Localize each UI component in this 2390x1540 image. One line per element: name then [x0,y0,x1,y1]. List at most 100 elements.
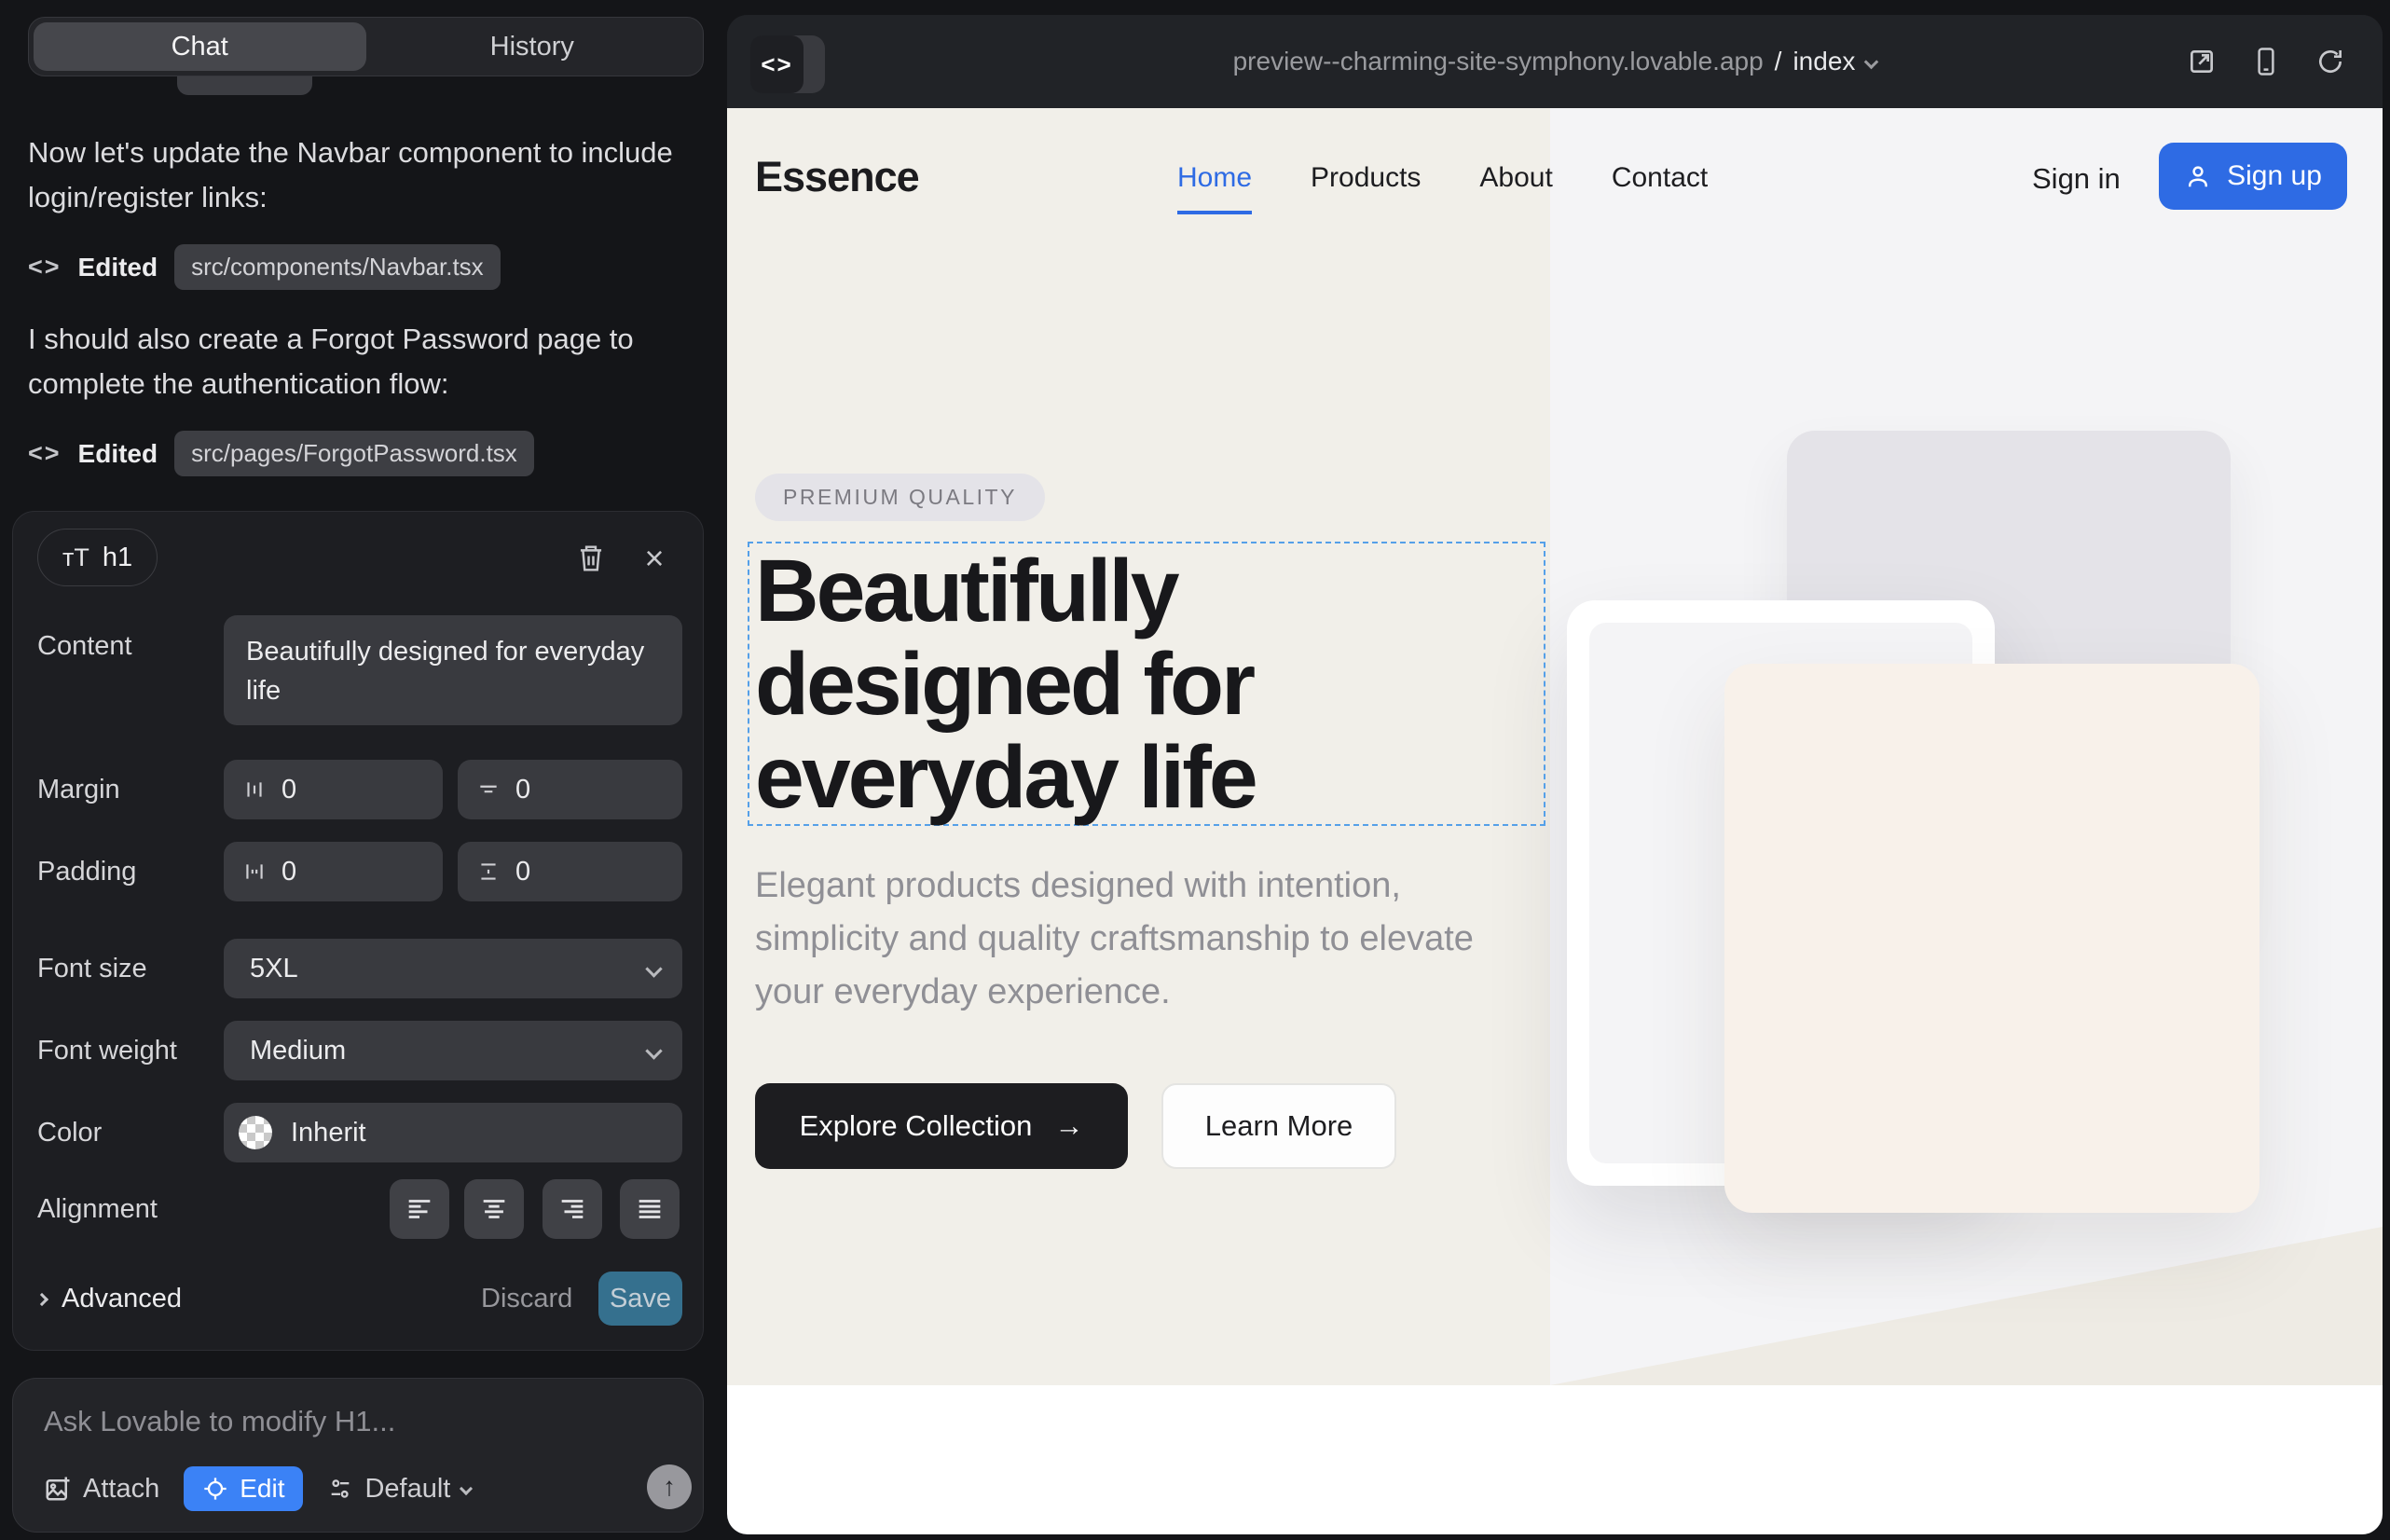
attach-button[interactable]: Attach [44,1474,159,1505]
advanced-label: Advanced [62,1284,182,1314]
explore-collection-label: Explore Collection [800,1109,1033,1143]
align-right-button[interactable] [543,1179,602,1239]
site-nav: Home Products About Contact [1177,162,1708,194]
element-editor-panel: тT h1 × Content Beautifully designed for… [12,511,704,1351]
headline-line: everyday life [755,731,1256,824]
refresh-button[interactable] [2315,47,2345,76]
url-separator: / [1775,47,1782,76]
align-center-icon [478,1193,510,1225]
padding-y-value: 0 [515,857,530,887]
margin-x-value: 0 [282,775,296,805]
close-icon: × [644,539,664,578]
site-logo[interactable]: Essence [755,153,919,201]
content-input[interactable]: Beautifully designed for everyday life [224,615,682,725]
composer-input[interactable]: Ask Lovable to modify H1... [44,1405,395,1438]
align-right-icon [556,1193,588,1225]
nav-link-about[interactable]: About [1479,162,1552,194]
decor-card-beige [1724,664,2260,1213]
padding-label: Padding [37,857,136,887]
align-justify-icon [634,1193,666,1225]
margin-x-input[interactable]: 0 [224,760,443,819]
content-label: Content [37,631,132,662]
padding-horizontal-icon [242,859,267,884]
margin-label: Margin [37,775,120,805]
nav-link-home[interactable]: Home [1177,162,1252,194]
discard-button[interactable]: Discard [481,1284,572,1314]
element-tag-label: h1 [103,543,132,573]
preview-chrome-bar: preview--charming-site-symphony.lovable.… [727,15,2383,108]
code-icon: <> [750,35,804,93]
edit-mode-button[interactable]: Edit [184,1466,303,1511]
mode-label: Default [364,1474,450,1505]
url-domain: preview--charming-site-symphony.lovable.… [1233,47,1764,76]
padding-y-input[interactable]: 0 [458,842,682,901]
url-bar[interactable]: preview--charming-site-symphony.lovable.… [727,15,2383,108]
file-chip[interactable]: src/components/Navbar.tsx [174,244,501,290]
edited-label: Edited [78,253,158,282]
sign-up-label: Sign up [2227,160,2322,192]
font-size-select[interactable]: 5XL [224,939,682,998]
padding-x-value: 0 [282,857,296,887]
hero-headline[interactable]: Beautifully designed for everyday life [755,544,1256,824]
typography-icon: тT [62,543,89,572]
open-external-button[interactable] [2187,47,2217,76]
preview-window: preview--charming-site-symphony.lovable.… [727,15,2383,1534]
attach-label: Attach [83,1474,159,1505]
tab-history[interactable]: History [366,22,699,71]
mode-select[interactable]: Default [327,1474,471,1505]
code-view-toggle[interactable]: <> [750,35,825,93]
trash-icon [577,543,605,573]
color-value: Inherit [291,1118,366,1148]
mobile-view-button[interactable] [2252,47,2280,76]
padding-x-input[interactable]: 0 [224,842,443,901]
send-button[interactable]: ↑ [647,1464,692,1509]
close-panel-button[interactable]: × [636,540,673,577]
tab-chat[interactable]: Chat [34,22,366,71]
chevron-down-icon [1864,54,1879,69]
font-weight-value: Medium [250,1036,346,1066]
chat-message: I should also create a Forgot Password p… [28,317,680,406]
save-button[interactable]: Save [598,1272,682,1326]
delete-element-button[interactable] [572,540,610,577]
edit-label: Edit [240,1474,284,1504]
arrow-up-icon: ↑ [663,1472,676,1502]
lovable-app: Chat History Now let's update the Navbar… [0,0,2390,1540]
element-tag-badge: тT h1 [37,529,158,586]
chat-sidebar: Chat History Now let's update the Navbar… [0,0,727,1540]
learn-more-button[interactable]: Learn More [1161,1083,1396,1169]
padding-vertical-icon [476,859,501,884]
font-weight-select[interactable]: Medium [224,1021,682,1080]
sidebar-tabbar: Chat History [28,17,704,76]
sign-in-link[interactable]: Sign in [2032,162,2121,196]
chevron-down-icon [645,1042,662,1059]
sign-up-button[interactable]: Sign up [2159,143,2347,210]
align-center-button[interactable] [464,1179,524,1239]
arrow-right-icon: → [1054,1109,1083,1143]
file-chip[interactable]: src/pages/ForgotPassword.tsx [174,431,534,476]
align-left-button[interactable] [390,1179,449,1239]
advanced-toggle[interactable]: Advanced [37,1284,182,1314]
chevron-down-icon [460,1482,473,1495]
chevron-right-icon [35,1292,48,1305]
color-swatch [239,1116,272,1149]
align-justify-button[interactable] [620,1179,680,1239]
chat-message: Now let's update the Navbar component to… [28,131,680,220]
headline-line: Beautifully [755,544,1256,638]
font-size-value: 5XL [250,954,298,984]
explore-collection-button[interactable]: Explore Collection → [755,1083,1128,1169]
hero-badge: PREMIUM QUALITY [755,474,1045,521]
nav-link-contact[interactable]: Contact [1612,162,1708,194]
color-select[interactable]: Inherit [224,1103,682,1162]
hero-description: Elegant products designed with intention… [755,859,1510,1019]
align-left-icon [404,1193,435,1225]
sliders-icon [327,1476,353,1502]
margin-y-value: 0 [515,775,530,805]
margin-y-input[interactable]: 0 [458,760,682,819]
font-size-label: Font size [37,954,147,984]
nav-link-products[interactable]: Products [1311,162,1421,194]
alignment-label: Alignment [37,1194,158,1225]
edited-file-row: <> Edited src/components/Navbar.tsx [28,244,501,290]
code-icon: <> [28,253,62,282]
attach-image-icon [44,1475,72,1503]
color-label: Color [37,1118,102,1148]
